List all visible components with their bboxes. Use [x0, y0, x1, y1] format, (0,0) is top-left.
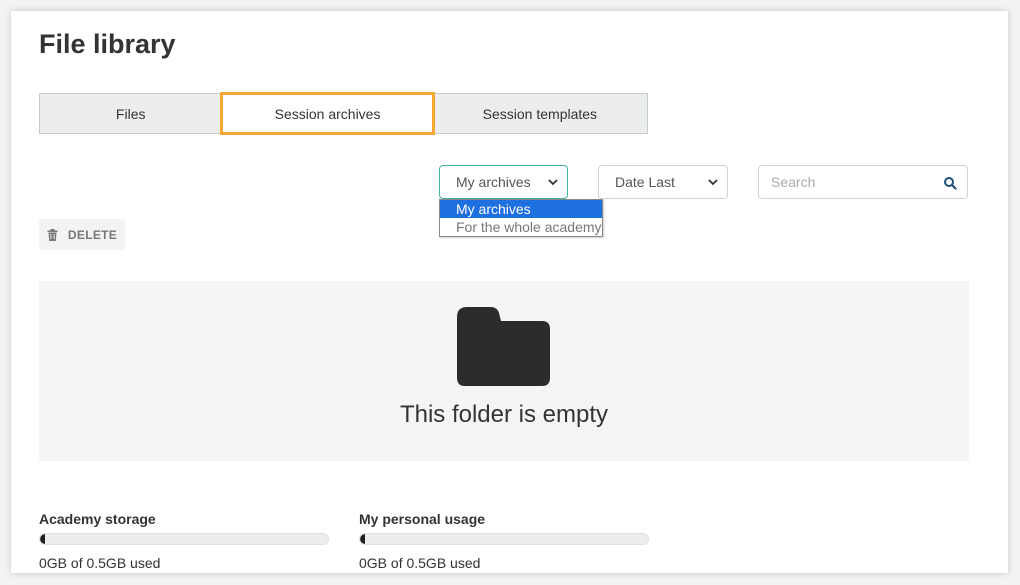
archives-scope-select[interactable]: My archives [439, 165, 568, 199]
personal-usage: My personal usage 0GB of 0.5GB used [359, 511, 649, 571]
delete-button-label: DELETE [67, 227, 118, 242]
tab-files[interactable]: Files [40, 94, 223, 133]
chevron-down-icon [548, 179, 558, 186]
search-placeholder: Search [771, 174, 816, 190]
empty-folder-message: This folder is empty [399, 401, 609, 428]
tab-session-templates[interactable]: Session templates [433, 94, 647, 133]
archives-scope-dropdown: My archives For the whole academy [439, 199, 603, 237]
folder-icon [457, 307, 550, 386]
academy-storage-bar [39, 533, 329, 545]
personal-usage-label: My personal usage [359, 511, 486, 527]
trash-icon [47, 228, 58, 241]
personal-usage-bar [359, 533, 649, 545]
search-input[interactable]: Search [758, 165, 968, 199]
chevron-down-icon [708, 179, 718, 186]
academy-storage-used: 0GB of 0.5GB used [39, 555, 161, 571]
dropdown-option-whole-academy[interactable]: For the whole academy [440, 218, 602, 236]
page-title: File library [39, 29, 176, 59]
empty-folder-area: This folder is empty [39, 281, 969, 461]
academy-storage: Academy storage 0GB of 0.5GB used [39, 511, 329, 571]
file-library-card: File library Files Session archives Sess… [11, 11, 1008, 573]
archives-scope-value: My archives [456, 174, 531, 190]
dropdown-option-my-archives[interactable]: My archives [440, 200, 602, 218]
library-tabs: Files Session archives Session templates [39, 92, 648, 135]
search-icon[interactable] [943, 176, 957, 190]
academy-storage-label: Academy storage [39, 511, 156, 527]
academy-storage-fill [40, 534, 45, 544]
tab-session-archives[interactable]: Session archives [220, 92, 435, 135]
personal-usage-used: 0GB of 0.5GB used [359, 555, 481, 571]
personal-usage-fill [360, 534, 365, 544]
delete-button[interactable]: DELETE [39, 219, 125, 250]
date-sort-select[interactable]: Date Last [598, 165, 728, 199]
date-sort-value: Date Last [615, 174, 675, 190]
